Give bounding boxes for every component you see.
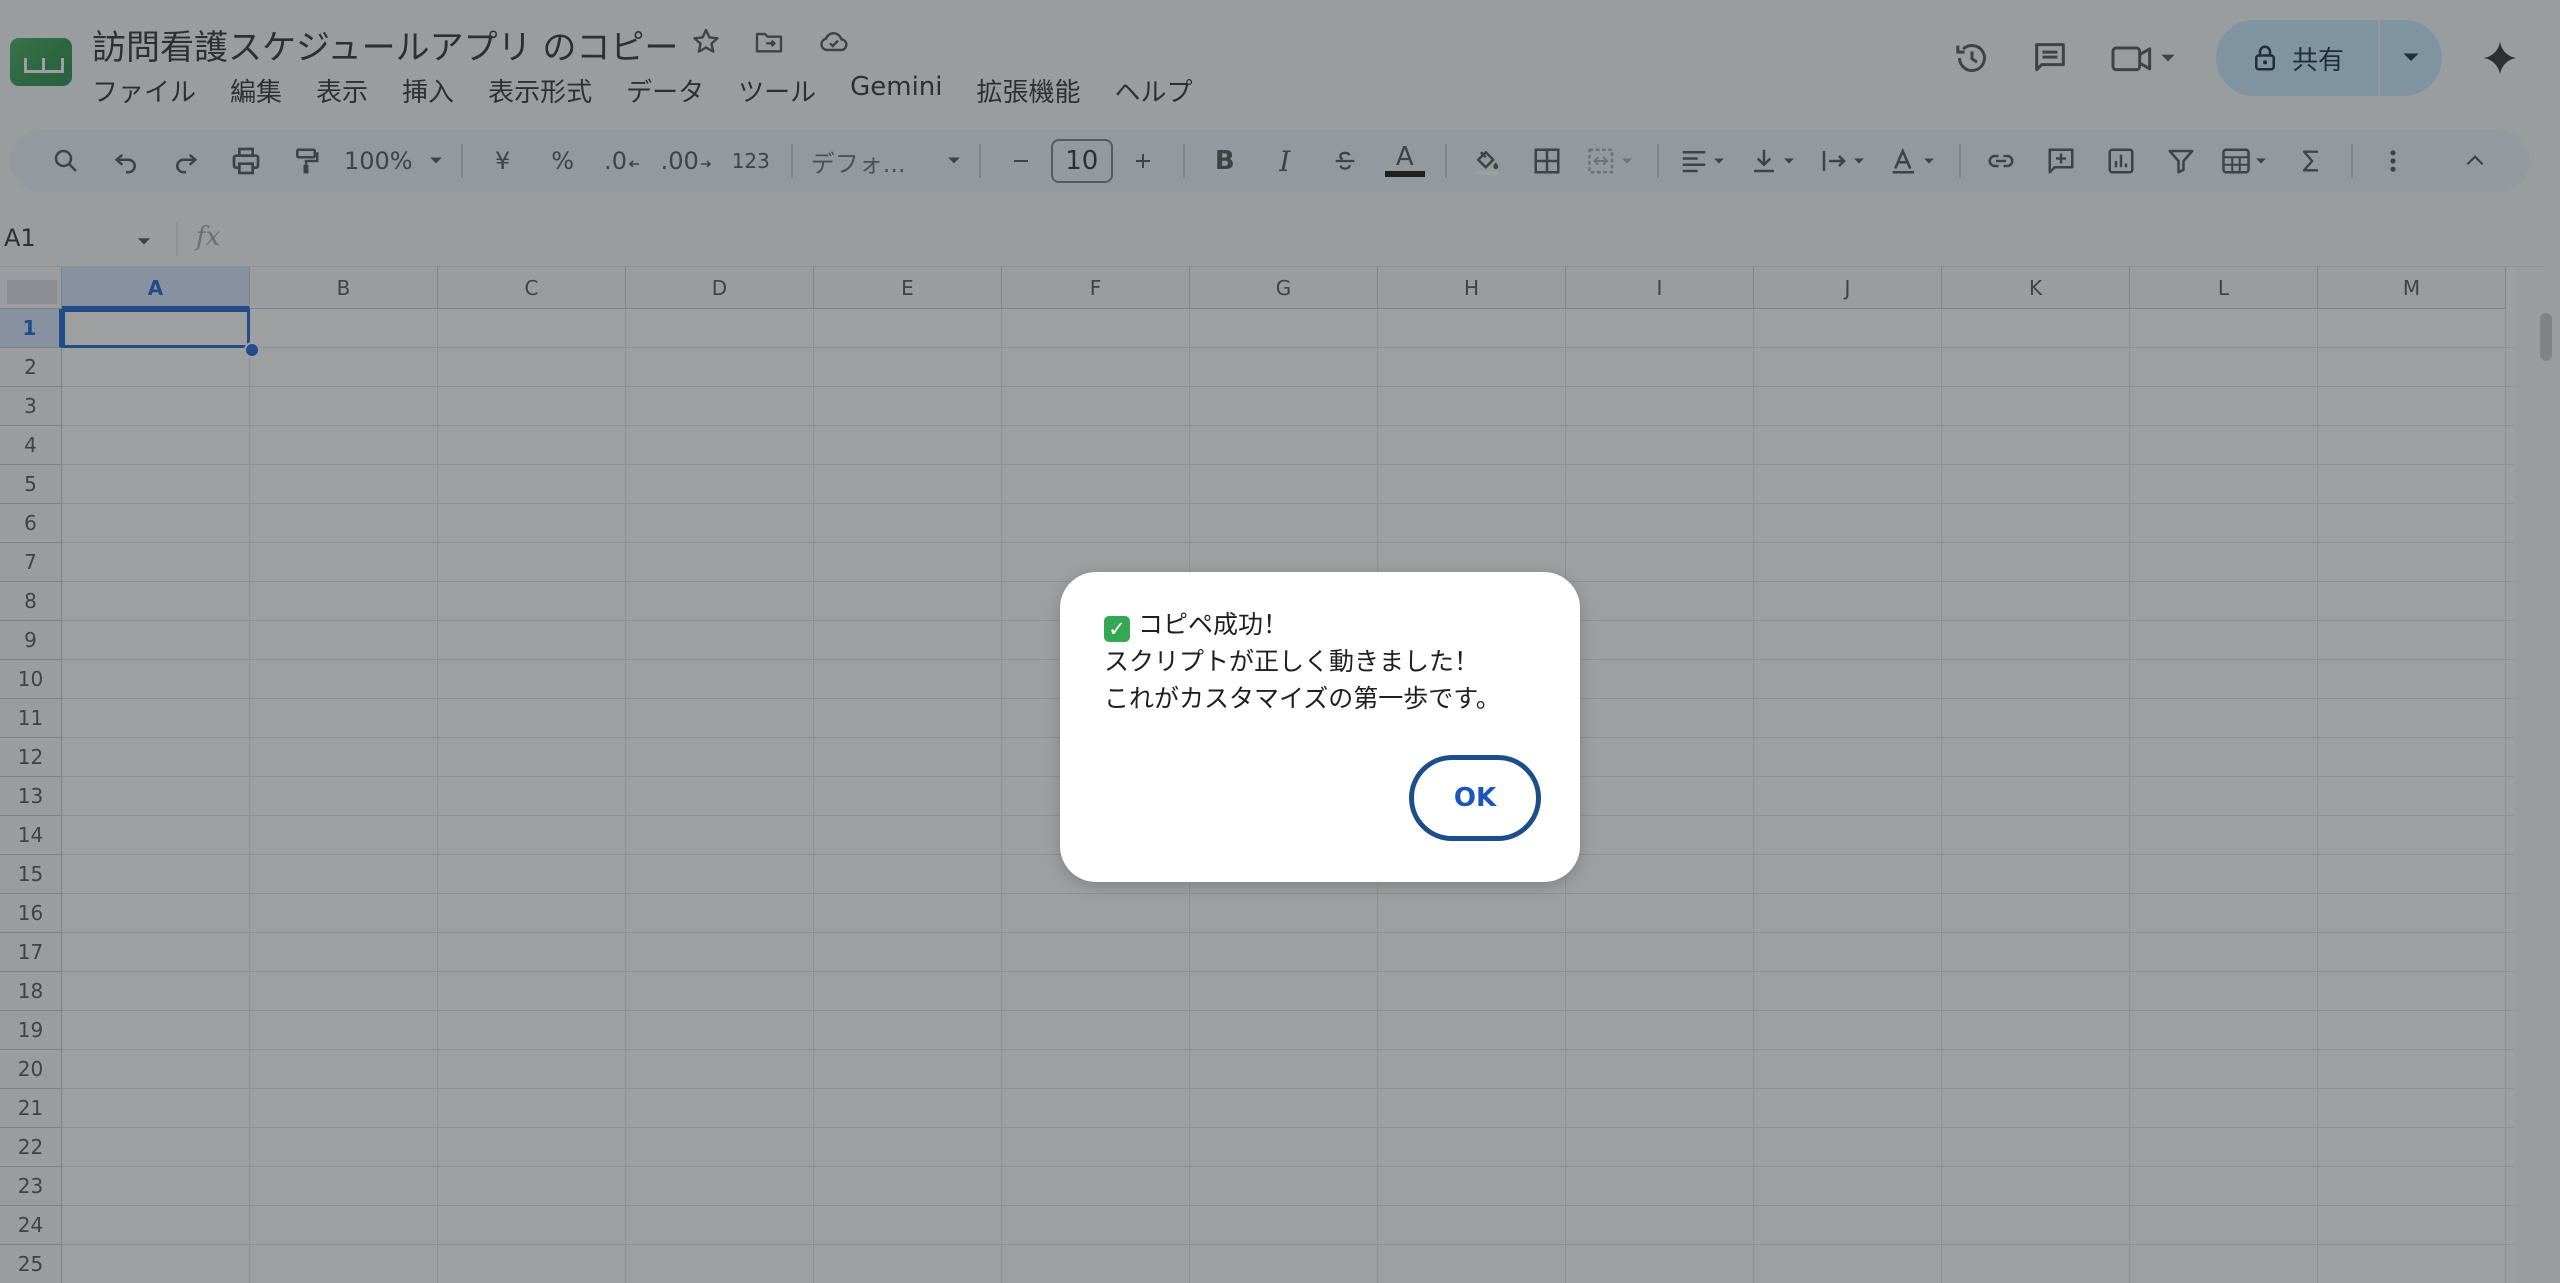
check-mark-icon: ✓ [1104,616,1130,642]
dialog-message: ✓ コピペ成功！ スクリプトが正しく動きました！ これがカスタマイズの第一歩です。 [1104,606,1501,717]
alert-dialog: ✓ コピペ成功！ スクリプトが正しく動きました！ これがカスタマイズの第一歩です。… [1060,572,1580,882]
message-line-2: スクリプトが正しく動きました！ [1104,647,1480,676]
message-line-3: これがカスタマイズの第一歩です。 [1104,684,1501,713]
message-line-1-text: コピペ成功！ [1138,610,1289,639]
message-line-1: ✓ コピペ成功！ [1104,606,1501,643]
ok-button[interactable]: OK [1409,755,1541,841]
